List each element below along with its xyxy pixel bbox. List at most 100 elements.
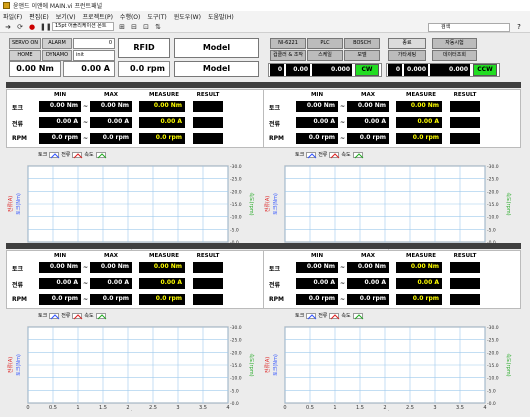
torque-max-field[interactable]: 0.00 Nm: [90, 262, 132, 273]
run-continuous-icon[interactable]: ⟳: [16, 23, 24, 31]
home-button[interactable]: HOME: [9, 50, 41, 61]
current-min-field[interactable]: 0.00 A: [296, 117, 338, 128]
current-max-field[interactable]: 0.00 A: [347, 278, 389, 289]
current-max-field[interactable]: 0.00 A: [90, 278, 132, 289]
x-tick-label: 0: [283, 405, 286, 411]
rpm-min-field[interactable]: 0.0 rpm: [296, 133, 338, 144]
rpm-max-field[interactable]: 0.0 rpm: [90, 294, 132, 305]
legend-label-speed: 속도: [84, 313, 94, 319]
model-display-2: Model: [174, 61, 259, 77]
current-max-field[interactable]: 0.00 A: [347, 117, 389, 128]
legend-label-current: 전류: [318, 313, 328, 319]
range-separator: ~: [339, 264, 346, 271]
rpm-max-field[interactable]: 0.0 rpm: [347, 133, 389, 144]
torque-min-field[interactable]: 0.00 Nm: [39, 101, 81, 112]
distribute-icon[interactable]: ⊟: [130, 23, 138, 31]
column-header-max: MAX: [361, 253, 375, 259]
legend-item-speed[interactable]: 속도: [341, 312, 363, 319]
legend-item-torque[interactable]: 토크: [38, 312, 60, 319]
legend-label-speed: 속도: [341, 313, 351, 319]
font-select[interactable]: 15pt 어플리케이션 폰트: [52, 22, 114, 31]
menu-file[interactable]: 파일(F): [3, 12, 22, 21]
legend-item-torque[interactable]: 토크: [38, 151, 60, 158]
menu-project[interactable]: 프로젝트(P): [83, 12, 113, 21]
tab-control[interactable]: 컵클러 & 조작: [270, 50, 306, 61]
legend-item-torque[interactable]: 토크: [295, 151, 317, 158]
range-separator: ~: [339, 280, 346, 287]
row-label-rpm: RPM: [12, 135, 27, 142]
rpm-result-indicator: [193, 133, 223, 144]
measurement-table: MIN MAX MEASURE RESULT 토크 0.00 Nm ~0.00 Nm 0.00…: [263, 89, 521, 148]
tab-bosch[interactable]: BOSCH: [344, 38, 380, 49]
tab-exit[interactable]: 종료: [388, 38, 426, 49]
tab-plc[interactable]: PLC: [307, 38, 343, 49]
legend-swatch-speed: [95, 312, 106, 319]
legend-item-current[interactable]: 전류: [61, 151, 83, 158]
torque-min-field[interactable]: 0.00 Nm: [296, 262, 338, 273]
tab-model[interactable]: 모델: [344, 50, 380, 61]
servo-on-button[interactable]: SERVO ON: [9, 38, 41, 49]
rpm-result-indicator: [450, 133, 480, 144]
menu-operate[interactable]: 수행(O): [120, 12, 140, 21]
rfid-button[interactable]: RFID: [118, 38, 170, 58]
current-min-field[interactable]: 0.00 A: [296, 278, 338, 289]
y-axis-label-torque: 토크(Nm): [273, 354, 279, 376]
legend-label-torque: 토크: [295, 152, 305, 158]
legend-item-current[interactable]: 전류: [318, 312, 340, 319]
current-min-field[interactable]: 0.00 A: [39, 117, 81, 128]
row-label-torque: 토크: [269, 266, 281, 273]
menu-window[interactable]: 윈도우(W): [174, 12, 201, 21]
legend-item-speed[interactable]: 속도: [341, 151, 363, 158]
ccw-button[interactable]: CCW: [473, 64, 497, 76]
help-icon[interactable]: ?: [514, 23, 524, 32]
app-icon: [3, 2, 10, 9]
dynamo-button[interactable]: DYNAMO: [42, 50, 72, 61]
search-input[interactable]: 검색: [428, 23, 510, 32]
menu-tools[interactable]: 도구(T): [147, 12, 166, 21]
rpm-min-field[interactable]: 0.0 rpm: [39, 133, 81, 144]
resize-icon[interactable]: ⊡: [142, 23, 150, 31]
x-tick-label: 3: [176, 405, 179, 411]
menu-edit[interactable]: 편집(E): [29, 12, 49, 21]
tab-scale[interactable]: 스케일: [307, 50, 343, 61]
reorder-icon[interactable]: ⇅: [154, 23, 162, 31]
menu-view[interactable]: 보기(V): [56, 12, 76, 21]
current-max-field[interactable]: 0.00 A: [90, 117, 132, 128]
y-axis-label-speed: 속도(rpm): [505, 192, 512, 215]
rpm-measure-value: 0.0 rpm: [396, 294, 442, 305]
torque-max-field[interactable]: 0.00 Nm: [90, 101, 132, 112]
right-tick-label: -30.0: [230, 164, 242, 170]
rpm-max-field[interactable]: 0.0 rpm: [347, 294, 389, 305]
legend-swatch-current: [329, 151, 340, 158]
cw-button[interactable]: CW: [355, 64, 379, 76]
tab-settings[interactable]: 가타세팅: [388, 50, 426, 61]
torque-max-field[interactable]: 0.00 Nm: [347, 262, 389, 273]
legend-item-current[interactable]: 전류: [318, 151, 340, 158]
abort-icon[interactable]: ●: [28, 23, 36, 31]
rpm-min-field[interactable]: 0.0 rpm: [296, 294, 338, 305]
current-min-field[interactable]: 0.00 A: [39, 278, 81, 289]
legend-item-speed[interactable]: 속도: [84, 312, 106, 319]
tab-data-query[interactable]: 데이터조회: [432, 50, 477, 61]
run-arrow-icon[interactable]: ➜: [4, 23, 12, 31]
rpm-max-field[interactable]: 0.0 rpm: [90, 133, 132, 144]
range-separator: ~: [82, 264, 89, 271]
pause-icon[interactable]: ❚❚: [40, 23, 52, 31]
torque-min-field[interactable]: 0.00 Nm: [39, 262, 81, 273]
legend-item-speed[interactable]: 속도: [84, 151, 106, 158]
chart-legend: 토크 전류 속도: [38, 312, 106, 319]
tab-ni-6221[interactable]: NI-6221: [270, 38, 306, 49]
torque-max-field[interactable]: 0.00 Nm: [347, 101, 389, 112]
right-tick-label: -15.0: [487, 202, 499, 208]
align-icon[interactable]: ⊞: [118, 23, 126, 31]
menu-help[interactable]: 도움말(H): [208, 12, 234, 21]
legend-item-current[interactable]: 전류: [61, 312, 83, 319]
torque-min-field[interactable]: 0.00 Nm: [296, 101, 338, 112]
alarm-button[interactable]: ALARM: [42, 38, 72, 49]
tab-auto-test[interactable]: 자동시험: [432, 38, 477, 49]
legend-item-torque[interactable]: 토크: [295, 312, 317, 319]
right-tick-label: -10.0: [230, 376, 242, 382]
cw-value-2: 0.000: [312, 64, 352, 76]
torque-result-indicator: [193, 262, 223, 273]
rpm-min-field[interactable]: 0.0 rpm: [39, 294, 81, 305]
